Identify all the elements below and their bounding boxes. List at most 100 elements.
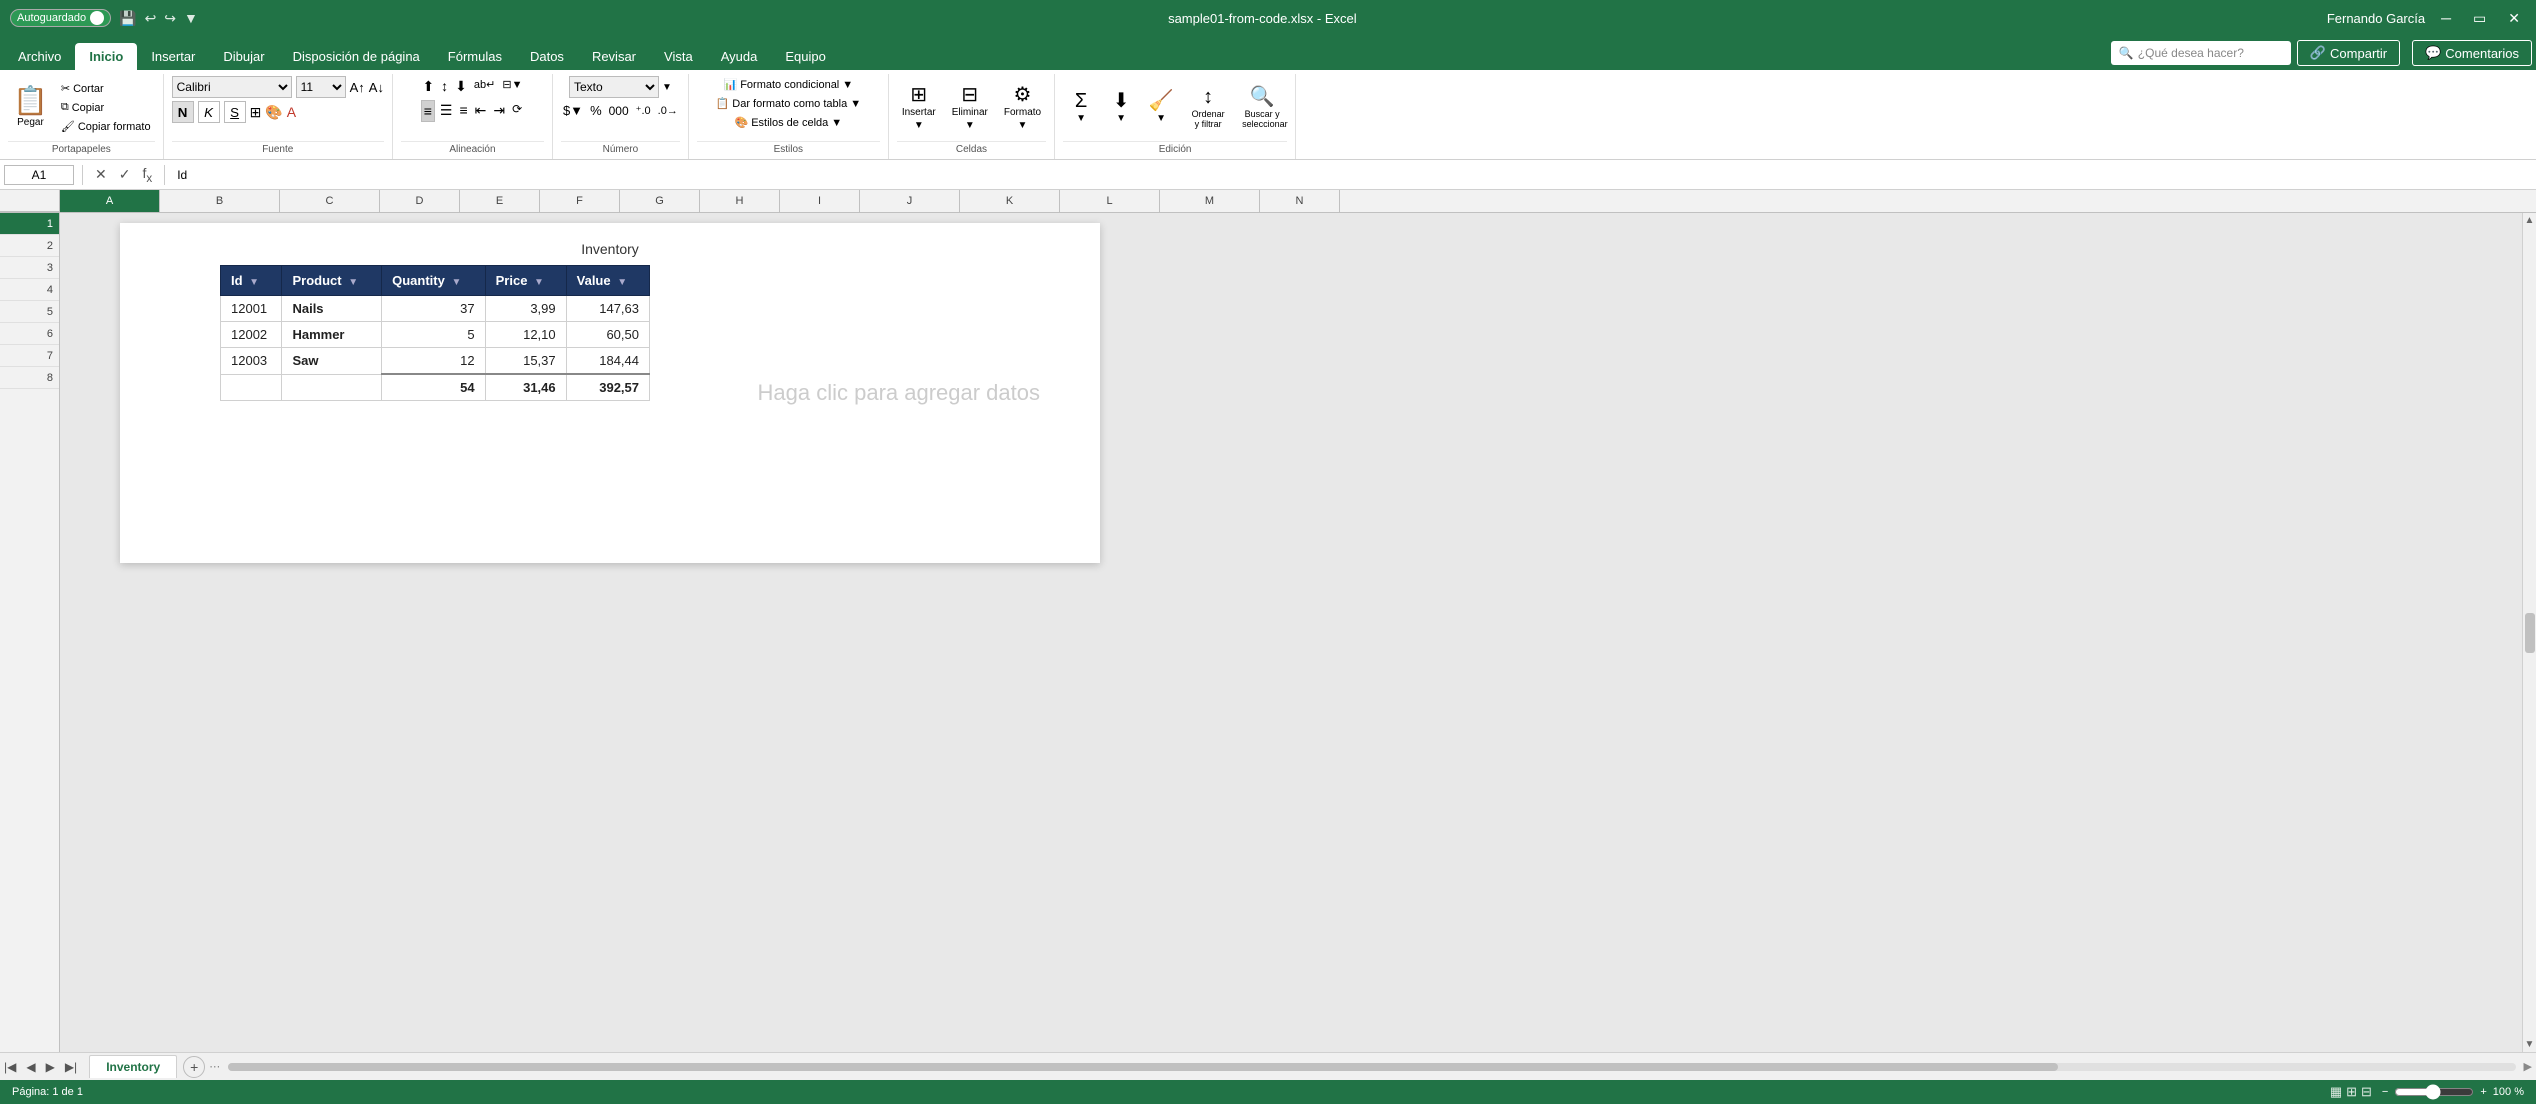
- align-left-icon[interactable]: ≡: [421, 100, 435, 122]
- header-price[interactable]: Price ▼: [485, 266, 566, 296]
- number-format-expand[interactable]: ▼: [662, 82, 672, 93]
- autosum-button[interactable]: Σ ▼: [1063, 88, 1099, 127]
- sheet-nav-next[interactable]: ▶: [42, 1058, 59, 1076]
- filter-quantity-icon[interactable]: ▼: [451, 277, 461, 288]
- col-header-K[interactable]: K: [960, 190, 1060, 212]
- estilos-celda-button[interactable]: 🎨 Estilos de celda ▼: [731, 114, 847, 131]
- cell-quantity-3[interactable]: 12: [382, 348, 486, 375]
- undo-icon[interactable]: ↩: [145, 10, 157, 27]
- h-scroll-thumb[interactable]: [228, 1063, 2058, 1071]
- autosave-toggle[interactable]: Autoguardado: [10, 9, 111, 27]
- row-num-7[interactable]: 7: [0, 345, 59, 367]
- col-header-A[interactable]: A: [60, 190, 160, 212]
- comments-button[interactable]: 💬Comentarios: [2412, 40, 2532, 66]
- orientation-icon[interactable]: ⟳: [510, 100, 524, 122]
- scroll-up-button[interactable]: ▲: [2523, 213, 2536, 228]
- h-scroll-dots[interactable]: ⋯: [209, 1060, 220, 1073]
- row-num-6[interactable]: 6: [0, 323, 59, 345]
- tab-vista[interactable]: Vista: [650, 43, 707, 70]
- cell-value-2[interactable]: 60,50: [566, 322, 649, 348]
- cell-price-2[interactable]: 12,10: [485, 322, 566, 348]
- tab-revisar[interactable]: Revisar: [578, 43, 650, 70]
- col-header-G[interactable]: G: [620, 190, 700, 212]
- add-sheet-button[interactable]: +: [183, 1056, 205, 1078]
- redo-icon[interactable]: ↪: [164, 10, 176, 27]
- zoom-in-icon[interactable]: +: [2480, 1086, 2486, 1098]
- merge-icon[interactable]: ⊟▼: [500, 76, 524, 97]
- tab-ayuda[interactable]: Ayuda: [707, 43, 772, 70]
- eliminar-button[interactable]: ⊟ Eliminar ▼: [947, 82, 993, 134]
- tab-archivo[interactable]: Archivo: [4, 43, 75, 70]
- filter-value-icon[interactable]: ▼: [617, 277, 627, 288]
- close-button[interactable]: ✕: [2502, 10, 2526, 27]
- row-num-4[interactable]: 4: [0, 279, 59, 301]
- formato-condicional-button[interactable]: 📊 Formato condicional ▼: [720, 76, 858, 93]
- cell-price-1[interactable]: 3,99: [485, 296, 566, 322]
- col-header-I[interactable]: I: [780, 190, 860, 212]
- font-size-select[interactable]: 11: [296, 76, 346, 98]
- cell-id-1[interactable]: 12001: [221, 296, 282, 322]
- buscar-button[interactable]: 🔍 Buscar y seleccionar: [1237, 84, 1287, 132]
- tab-formulas[interactable]: Fórmulas: [434, 43, 516, 70]
- align-right-icon[interactable]: ≡: [457, 100, 469, 122]
- col-header-J[interactable]: J: [860, 190, 960, 212]
- cancel-formula-icon[interactable]: ✕: [91, 166, 111, 183]
- row-num-2[interactable]: 2: [0, 235, 59, 257]
- page-layout-button[interactable]: ⊞: [2346, 1084, 2357, 1100]
- col-header-F[interactable]: F: [540, 190, 620, 212]
- decrease-indent-icon[interactable]: ⇤: [473, 100, 489, 122]
- h-scroll-right[interactable]: ▶: [2524, 1060, 2532, 1073]
- col-header-H[interactable]: H: [700, 190, 780, 212]
- decrease-decimal-icon[interactable]: .0→: [656, 103, 680, 119]
- bold-button[interactable]: N: [172, 101, 194, 123]
- col-header-N[interactable]: N: [1260, 190, 1340, 212]
- zoom-out-icon[interactable]: −: [2382, 1086, 2388, 1098]
- col-header-B[interactable]: B: [160, 190, 280, 212]
- italic-button[interactable]: K: [198, 101, 220, 123]
- minimize-button[interactable]: ─: [2435, 10, 2457, 26]
- align-middle-icon[interactable]: ↕: [439, 76, 450, 97]
- fill-color-icon[interactable]: 🎨: [265, 104, 282, 121]
- font-color-icon[interactable]: A: [287, 104, 296, 120]
- share-button[interactable]: 🔗Compartir: [2297, 40, 2400, 66]
- col-header-L[interactable]: L: [1060, 190, 1160, 212]
- ordenar-button[interactable]: ↕ Ordenar y filtrar: [1183, 84, 1233, 132]
- tab-disposicion[interactable]: Disposición de página: [279, 43, 434, 70]
- sheet-nav-prev[interactable]: ◀: [22, 1058, 39, 1076]
- col-header-D[interactable]: D: [380, 190, 460, 212]
- cell-quantity-2[interactable]: 5: [382, 322, 486, 348]
- page-break-button[interactable]: ⊟: [2361, 1084, 2372, 1100]
- row-num-8[interactable]: 8: [0, 367, 59, 389]
- header-quantity[interactable]: Quantity ▼: [382, 266, 486, 296]
- decrease-font-icon[interactable]: A↓: [369, 80, 384, 95]
- cell-id-2[interactable]: 12002: [221, 322, 282, 348]
- clear-button[interactable]: 🧹 ▼: [1143, 88, 1179, 127]
- sheet-nav-last[interactable]: ▶|: [61, 1058, 81, 1076]
- thousands-icon[interactable]: 000: [607, 102, 631, 120]
- align-bottom-icon[interactable]: ⬇: [453, 76, 469, 97]
- scroll-thumb[interactable]: [2525, 613, 2535, 653]
- formato-tabla-button[interactable]: 📋 Dar formato como tabla ▼: [712, 95, 866, 112]
- cell-id-3[interactable]: 12003: [221, 348, 282, 375]
- row-num-3[interactable]: 3: [0, 257, 59, 279]
- filter-id-icon[interactable]: ▼: [249, 277, 259, 288]
- border-icon[interactable]: ⊞: [250, 104, 262, 121]
- sheet-tab-inventory[interactable]: Inventory: [89, 1055, 177, 1078]
- cell-product-3[interactable]: Saw: [282, 348, 382, 375]
- row-num-5[interactable]: 5: [0, 301, 59, 323]
- tab-dibujar[interactable]: Dibujar: [209, 43, 278, 70]
- cell-value-1[interactable]: 147,63: [566, 296, 649, 322]
- align-top-icon[interactable]: ⬆: [420, 76, 436, 97]
- cell-price-3[interactable]: 15,37: [485, 348, 566, 375]
- tab-equipo[interactable]: Equipo: [771, 43, 839, 70]
- restore-button[interactable]: ▭: [2467, 10, 2492, 27]
- tab-inicio[interactable]: Inicio: [75, 43, 137, 70]
- copiar-button[interactable]: ⧉ Copiar: [57, 99, 155, 116]
- header-product[interactable]: Product ▼: [282, 266, 382, 296]
- formato-celda-button[interactable]: ⚙ Formato ▼: [999, 82, 1046, 134]
- header-id[interactable]: Id ▼: [221, 266, 282, 296]
- scroll-down-button[interactable]: ▼: [2523, 1037, 2536, 1052]
- col-header-E[interactable]: E: [460, 190, 540, 212]
- normal-view-button[interactable]: ▦: [2330, 1084, 2342, 1100]
- increase-indent-icon[interactable]: ⇥: [491, 100, 507, 122]
